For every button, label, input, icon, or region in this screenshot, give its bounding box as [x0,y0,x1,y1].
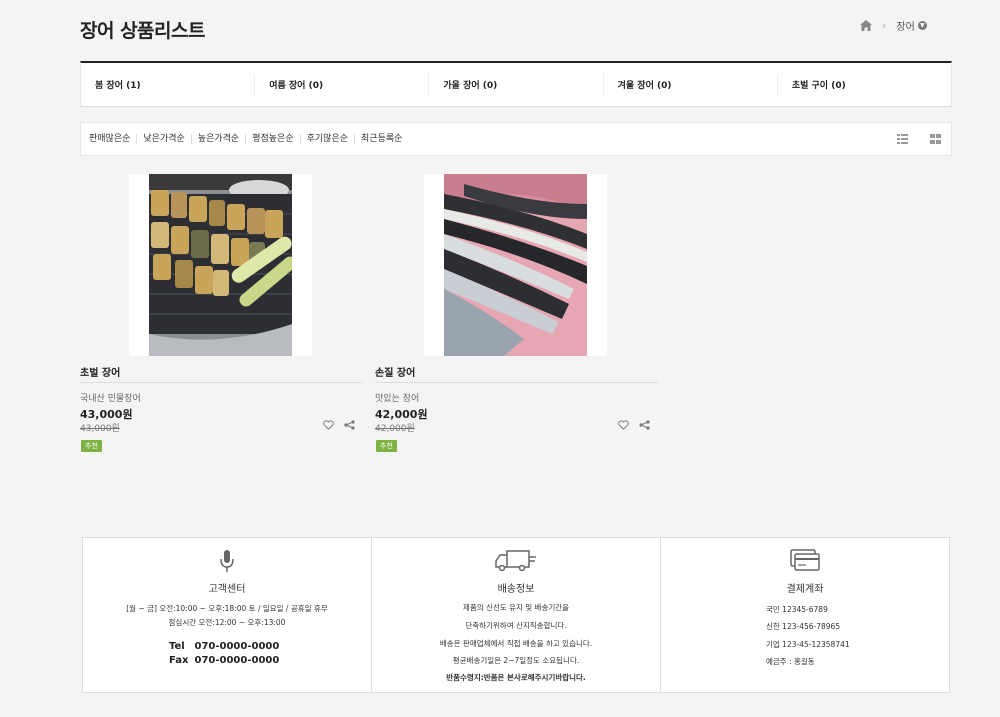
lunch-hours: 점심시간 오전:12:00 ~ 오후:13:00 [168,618,286,627]
delivery-info: 배송정보 제품의 신선도 유지 및 배송기간을 단축하기위하여 산지직송합니다.… [372,538,661,692]
delivery-line: 제품의 신선도 유지 및 배송기간을 [462,603,570,612]
delivery-line: 단축하기위하여 산지직송합니다. [465,621,567,630]
recommend-badge: 추천 [81,440,102,452]
sort-low-price[interactable]: 낮은가격순 [136,134,190,144]
delivery-line: 평균배송기일은 2~7일정도 소요됩니다. [452,656,580,665]
account-kookmin: 국민 12345-6789 [766,605,828,614]
payment-accounts: 결제계좌 국민 12345-6789 신한 123-456-78965 기업 1… [661,538,949,692]
sort-rating[interactable]: 평점높은순 [245,134,299,144]
product-description: 국내산 민물장어 [80,394,141,404]
category-grilled[interactable]: 초벌 구이 (0) [778,74,951,96]
share-icon[interactable] [639,420,650,430]
product-price: 42,000원 [375,408,428,421]
grid-view-icon[interactable] [930,134,941,144]
chevron-down-icon: ▼ [917,21,927,30]
product-original-price: 43,000원 [80,424,120,434]
microphone-icon [220,550,234,572]
page-title: 장어 상품리스트 [80,20,205,42]
heart-icon[interactable] [323,420,334,430]
account-shinhan: 신한 123-456-78965 [766,622,841,631]
category-spring[interactable]: 봄 장어 (1) [81,73,256,96]
grilled-eel-image [149,174,292,356]
sort-bar: 판매많은순 낮은가격순 높은가격순 평점높은순 후기많은순 최근등록순 [80,122,952,156]
sort-high-price[interactable]: 높은가격순 [190,134,245,144]
category-autumn[interactable]: 가을 장어 (0) [429,73,604,96]
product-description: 맛있는 장어 [375,394,420,404]
share-icon[interactable] [344,420,355,430]
truck-icon [495,550,536,572]
product-price: 43,000원 [80,408,133,421]
category-summer[interactable]: 여름 장어 (0) [255,73,430,96]
product-image[interactable] [129,174,312,356]
delivery-line: 반품수령지:반품은 본사로해주시기바랍니다. [446,673,586,682]
footer-info: 고객센터 [월 ~ 금] 오전:10:00 ~ 오후:18:00 토 / 일요일… [82,537,950,693]
sort-reviews[interactable]: 후기많은순 [299,134,354,144]
customer-center-title: 고객센터 [208,584,246,595]
list-view-icon[interactable] [897,134,908,144]
sort-best-selling[interactable]: 판매많은순 [89,134,136,144]
sort-newest[interactable]: 최근등록순 [354,134,408,144]
breadcrumb: › 장어 ▼ [860,18,927,33]
raw-eel-image [444,174,587,356]
fax-number: Fax 070-0000-0000 [169,655,280,666]
credit-card-icon [790,549,820,571]
product-image[interactable] [424,174,607,356]
account-ibk: 기업 123-45-12358741 [766,640,850,649]
product-name[interactable]: 손질 장어 [375,364,415,379]
home-icon[interactable] [860,20,872,31]
chevron-right-icon: › [882,19,887,32]
recommend-badge: 추천 [376,440,397,452]
account-holder: 예금주 : 홍길동 [766,657,815,666]
category-bar: 봄 장어 (1) 여름 장어 (0) 가을 장어 (0) 겨울 장어 (0) 초… [80,61,952,107]
tel-number: Tel 070-0000-0000 [169,641,280,652]
customer-center: 고객센터 [월 ~ 금] 오전:10:00 ~ 오후:18:00 토 / 일요일… [83,538,372,692]
breadcrumb-current[interactable]: 장어 ▼ [896,18,927,33]
business-hours: [월 ~ 금] 오전:10:00 ~ 오후:18:00 토 / 일요일 / 공휴… [126,604,328,613]
delivery-title: 배송정보 [497,584,535,595]
product-name[interactable]: 초벌 장어 [80,364,120,379]
heart-icon[interactable] [618,420,629,430]
payment-title: 결제계좌 [786,584,824,595]
product-original-price: 42,000원 [375,424,415,434]
delivery-line: 배송은 판매업체에서 직접 배송을 하고 있습니다. [439,639,593,648]
category-winter[interactable]: 겨울 장어 (0) [604,73,778,96]
